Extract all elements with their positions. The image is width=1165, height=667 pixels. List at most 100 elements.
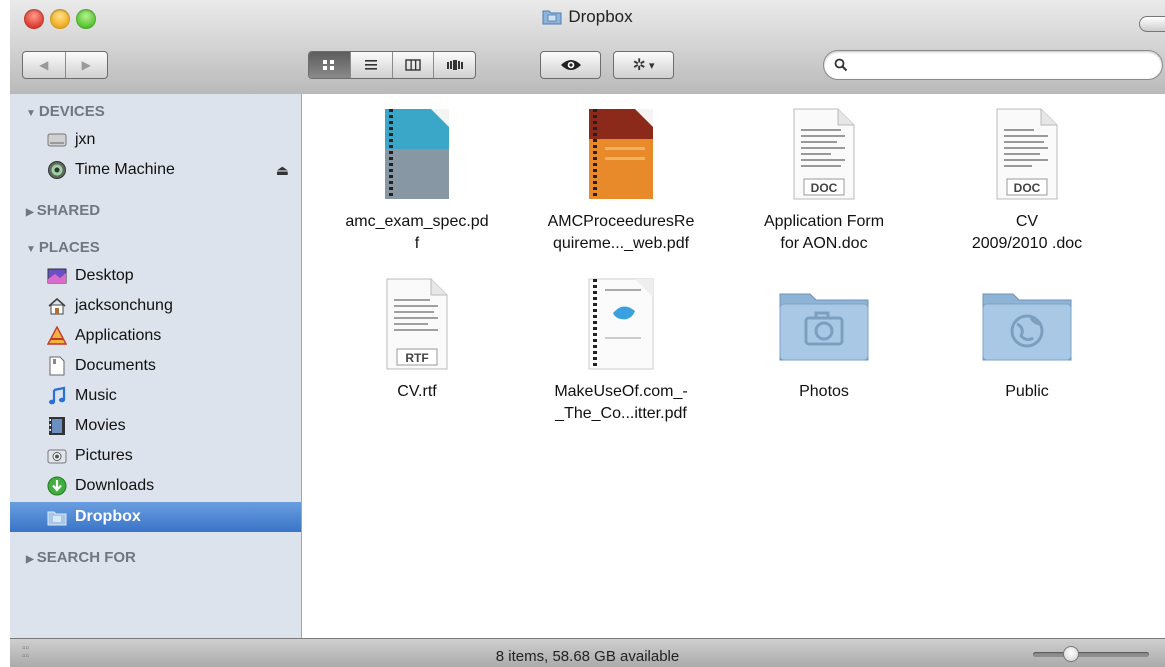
file-icon-grid: amc_exam_spec.pdf AMCProceeduresRe quirem… <box>302 94 1165 638</box>
doc-badge: DOC <box>1014 181 1041 195</box>
disclosure-collapsed-icon: ▶ <box>26 554 34 565</box>
file-name-line: 2009/2010 .doc <box>971 235 1083 252</box>
search-input[interactable] <box>856 55 1150 77</box>
file-item[interactable]: RTF CV.rtf <box>317 277 517 403</box>
slider-knob[interactable] <box>1063 646 1079 662</box>
doc-badge: DOC <box>811 181 838 195</box>
list-view-button[interactable] <box>351 52 393 78</box>
sidebar-item-applications[interactable]: Applications <box>10 321 301 351</box>
eye-icon <box>560 60 581 70</box>
sidebar-item-downloads[interactable]: Downloads <box>10 471 301 501</box>
file-item[interactable]: amc_exam_spec.pdf <box>317 107 517 255</box>
window-title-text: Dropbox <box>568 7 633 26</box>
sidebar-item-label: Desktop <box>75 267 134 284</box>
sidebar-item-jxn[interactable]: jxn <box>10 125 301 155</box>
file-item[interactable]: DOC Application Form for AON.doc <box>724 107 924 255</box>
view-mode-control <box>308 51 476 79</box>
finder-window: Dropbox ◀ ▶ ✲ ▾ ▼ DEVICES jxn Time Machi… <box>10 0 1165 667</box>
downloads-icon <box>46 475 68 497</box>
sidebar-item-time-machine[interactable]: Time Machine ⏏ <box>10 155 301 185</box>
sidebar-item-movies[interactable]: Movies <box>10 411 301 441</box>
icon-size-slider[interactable] <box>1033 646 1149 662</box>
file-name-line: quireme..._web.pdf <box>552 235 690 252</box>
file-name-line: CV <box>1015 213 1039 230</box>
movies-icon <box>46 415 68 437</box>
forward-button[interactable]: ▶ <box>66 52 108 78</box>
folder-icon <box>927 277 1127 371</box>
file-item[interactable]: MakeUseOf.com_- _The_Co...itter.pdf <box>521 277 721 425</box>
disclosure-collapsed-icon: ▶ <box>26 207 34 218</box>
eject-icon[interactable]: ⏏ <box>276 162 289 179</box>
section-label: DEVICES <box>38 103 105 120</box>
music-icon <box>46 385 68 407</box>
sidebar-item-music[interactable]: Music <box>10 381 301 411</box>
sidebar-item-documents[interactable]: Documents <box>10 351 301 381</box>
quick-look-button[interactable] <box>540 51 601 79</box>
file-item[interactable]: AMCProceeduresRe quireme..._web.pdf <box>521 107 721 255</box>
list-view-icon <box>365 60 378 70</box>
pdf-file-icon <box>317 107 517 201</box>
file-name: Public <box>927 381 1127 403</box>
icon-view-button[interactable] <box>309 52 351 78</box>
disclosure-expanded-icon: ▼ <box>26 108 36 119</box>
time-machine-icon <box>46 159 68 181</box>
doc-file-icon: DOC <box>927 107 1127 201</box>
file-name: CV.rtf <box>317 381 517 403</box>
sidebar-section-shared[interactable]: ▶ SHARED <box>26 202 100 219</box>
forward-icon: ▶ <box>81 58 91 72</box>
search-icon <box>834 58 848 72</box>
action-menu-button[interactable]: ✲ ▾ <box>613 51 674 79</box>
file-name: AMCProceeduresRe quireme..._web.pdf <box>521 211 721 255</box>
quick-look-inner <box>541 52 600 78</box>
cover-flow-icon <box>446 60 463 70</box>
file-name-line: amc_exam_spec.pd <box>345 213 489 230</box>
sidebar-item-dropbox[interactable]: Dropbox <box>10 502 301 532</box>
dropbox-folder-icon <box>542 8 562 30</box>
dropbox-icon <box>46 506 68 528</box>
file-name: MakeUseOf.com_- _The_Co...itter.pdf <box>521 381 721 425</box>
back-button[interactable]: ◀ <box>23 52 66 78</box>
toolbar-toggle-button[interactable] <box>1139 16 1165 32</box>
file-name: Application Form for AON.doc <box>724 211 924 255</box>
cover-flow-view-button[interactable] <box>434 52 475 78</box>
file-name-line: Public <box>1005 383 1049 400</box>
sidebar-section-search-for[interactable]: ▶ SEARCH FOR <box>26 549 136 566</box>
sidebar-item-label: Pictures <box>75 447 133 464</box>
gear-icon: ✲ <box>632 57 646 74</box>
back-forward-control: ◀ ▶ <box>22 51 108 79</box>
sidebar-item-desktop[interactable]: Desktop <box>10 261 301 291</box>
file-name-line: AMCProceeduresRe <box>547 213 695 230</box>
pdf-file-icon <box>521 107 721 201</box>
status-bar: ▫▫ ▫▫ 8 items, 58.68 GB available <box>10 638 1165 667</box>
rtf-badge: RTF <box>405 351 428 365</box>
hard-drive-icon <box>46 129 68 151</box>
action-menu-inner: ✲ ▾ <box>614 52 673 78</box>
sidebar-section-devices[interactable]: ▼ DEVICES <box>26 103 105 120</box>
home-icon <box>46 295 68 317</box>
column-view-icon <box>405 59 421 71</box>
folder-icon <box>724 277 924 371</box>
section-label: SHARED <box>36 202 101 219</box>
file-name-line: f <box>414 235 420 252</box>
sidebar-item-label: jacksonchung <box>75 297 173 314</box>
icon-view-icon <box>323 60 335 70</box>
doc-file-icon: DOC <box>724 107 924 201</box>
file-item[interactable]: DOC CV 2009/2010 .doc <box>927 107 1127 255</box>
chevron-down-icon: ▾ <box>648 59 655 72</box>
sidebar-item-pictures[interactable]: Pictures <box>10 441 301 471</box>
sidebar-section-places[interactable]: ▼ PLACES <box>26 239 100 256</box>
search-field[interactable] <box>823 50 1163 80</box>
sidebar-item-label: Time Machine <box>75 161 175 178</box>
folder-item-photos[interactable]: Photos <box>724 277 924 403</box>
column-view-button[interactable] <box>393 52 435 78</box>
applications-icon <box>46 325 68 347</box>
sidebar: ▼ DEVICES jxn Time Machine ⏏ ▶ SHARED ▼ PLA… <box>10 94 302 638</box>
file-name-line: _The_Co...itter.pdf <box>555 405 687 422</box>
documents-icon <box>46 355 68 377</box>
folder-item-public[interactable]: Public <box>927 277 1127 403</box>
desktop-icon <box>46 265 68 287</box>
sidebar-item-label: jxn <box>75 131 96 148</box>
sidebar-item-label: Applications <box>75 327 162 344</box>
sidebar-item-jacksonchung[interactable]: jacksonchung <box>10 291 301 321</box>
file-name-line: Application Form <box>763 213 885 230</box>
